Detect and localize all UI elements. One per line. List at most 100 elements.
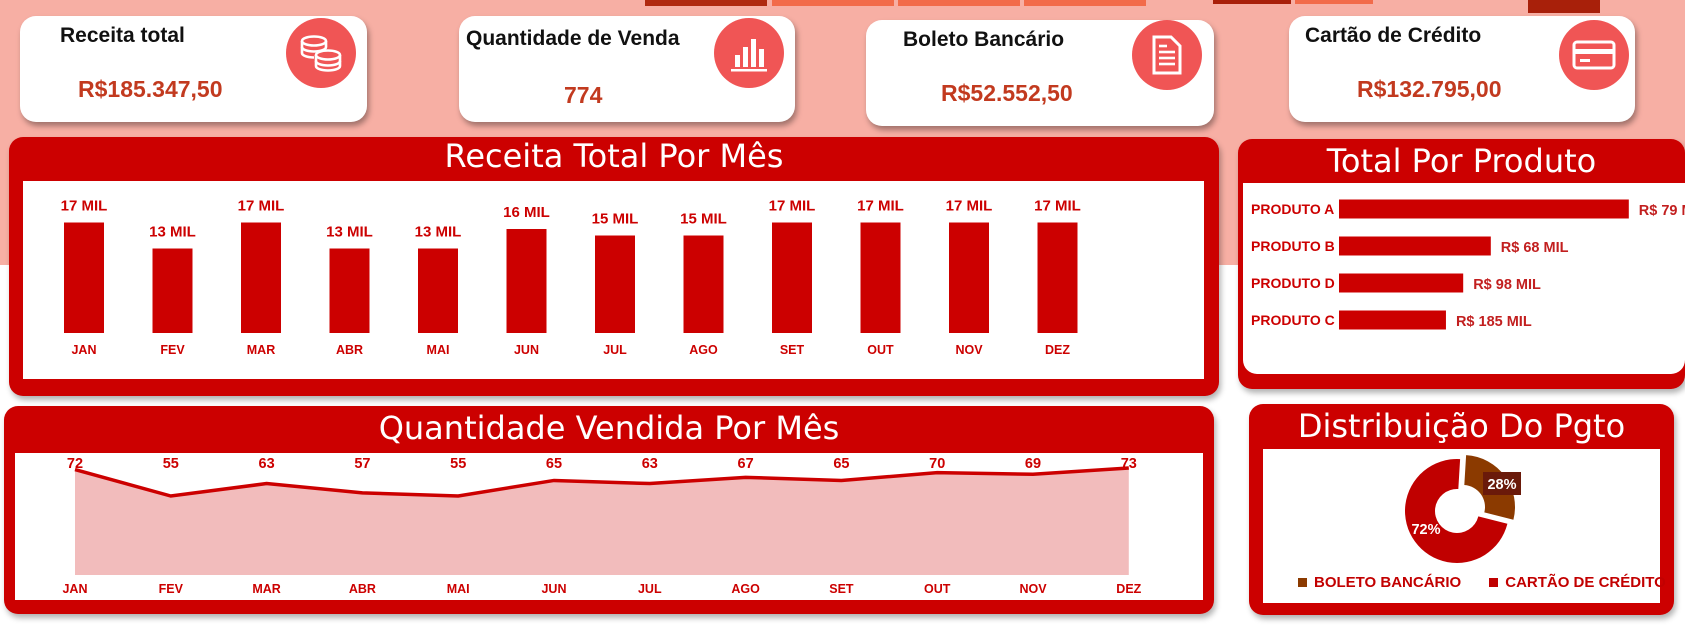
x-tick-label: MAR	[247, 343, 275, 357]
revenue-bar-chart: 17 MIL JAN 13 MIL FEV 17 MIL MAR 13 MIL ABR 13 M…	[61, 198, 1081, 358]
point-data-label: 63	[642, 456, 658, 472]
bar	[64, 222, 104, 333]
bar	[152, 248, 193, 333]
bar	[772, 222, 812, 333]
product-bar-chart: PRODUTO A R$ 79 MIL PRODUTO B R$ 68 MIL PROD…	[1251, 199, 1685, 330]
bar-data-label: 17 MIL	[769, 198, 816, 215]
top-tab-strip	[0, 0, 1685, 13]
bar-data-label: 17 MIL	[946, 198, 993, 215]
x-tick-label: JUN	[514, 343, 539, 357]
bar	[683, 235, 724, 333]
credit-card-icon	[1559, 20, 1629, 90]
bar	[329, 248, 370, 333]
bar-data-label: 17 MIL	[61, 198, 108, 215]
bar-data-label: R$ 185 MIL	[1456, 314, 1532, 330]
slice-data-label: 28%	[1487, 477, 1516, 493]
point-data-label: 65	[546, 456, 562, 472]
y-tick-label: PRODUTO D	[1251, 275, 1335, 291]
panel-distribuicao-pgto: Distribuição Do Pgto 28% 72% BOLETO BANCÁ…	[1249, 404, 1674, 615]
panel-receita-por-mes: Receita Total Por Mês 17 MIL JAN 13 MIL FEV…	[9, 137, 1219, 396]
kpi-card-quantidade-venda: Quantidade de Venda 774	[459, 16, 795, 122]
x-tick-label: AGO	[689, 343, 718, 357]
kpi-value: R$52.552,50	[941, 80, 1073, 106]
point-data-label: 55	[450, 456, 466, 472]
x-tick-label: MAI	[447, 582, 470, 596]
y-tick-label: PRODUTO C	[1251, 312, 1335, 328]
kpi-card-boleto-bancario: Boleto Bancário R$52.552,50	[866, 20, 1214, 126]
point-data-label: 63	[259, 456, 275, 472]
bar-data-label: 16 MIL	[503, 204, 550, 221]
bar	[506, 229, 547, 333]
tab-3[interactable]	[898, 0, 1020, 6]
chart-title: Quantidade Vendida Por Mês	[378, 409, 840, 447]
tab-7[interactable]	[1528, 0, 1600, 13]
bar-data-label: 17 MIL	[857, 198, 904, 215]
legend-item-boleto: BOLETO BANCÁRIO	[1298, 574, 1461, 591]
kpi-card-cartao-credito: Cartão de Crédito R$132.795,00	[1289, 16, 1635, 122]
point-data-label: 55	[163, 456, 179, 472]
bar	[860, 222, 901, 333]
x-tick-label: JAN	[62, 582, 87, 596]
x-tick-label: ABR	[349, 582, 376, 596]
bar-data-label: 13 MIL	[326, 224, 373, 241]
chart-title: Distribuição Do Pgto	[1297, 407, 1626, 445]
area-fill	[75, 468, 1129, 575]
slice-data-label: 72%	[1411, 522, 1440, 538]
bar-chart-icon	[714, 18, 784, 88]
x-tick-label: DEZ	[1116, 582, 1141, 596]
bar	[595, 235, 635, 333]
quantity-area-chart: 72 JAN 55 FEV 63 MAR 57 ABR 55 MAI 65 JUN 63 JUL 67 AGO…	[62, 456, 1141, 596]
tab-2[interactable]	[772, 0, 894, 6]
panel-quantidade-por-mes: Quantidade Vendida Por Mês 72 JAN 55 FEV 63 M…	[4, 406, 1214, 614]
bar-data-label: 15 MIL	[592, 211, 639, 228]
x-tick-label: NOV	[955, 343, 983, 357]
point-data-label: 70	[929, 456, 945, 472]
x-tick-label: JUL	[638, 582, 662, 596]
bar-data-label: R$ 98 MIL	[1473, 277, 1541, 293]
chart-area: 28% 72% BOLETO BANCÁRIO CARTÃO DE CRÉDITO	[1263, 449, 1666, 603]
x-tick-label: AGO	[731, 582, 760, 596]
tab-6[interactable]	[1295, 0, 1373, 4]
kpi-value: R$185.347,50	[78, 76, 223, 102]
bar	[418, 248, 458, 333]
legend-swatch	[1489, 578, 1499, 587]
bar-data-label: 17 MIL	[1034, 198, 1081, 215]
coins-icon	[286, 18, 356, 88]
bar	[949, 222, 989, 333]
bar-data-label: 15 MIL	[680, 211, 727, 228]
x-tick-label: MAI	[427, 343, 450, 357]
y-tick-label: PRODUTO B	[1251, 238, 1335, 254]
tab-4[interactable]	[1024, 0, 1146, 6]
point-data-label: 65	[833, 456, 849, 472]
x-tick-label: SET	[780, 343, 805, 357]
kpi-title: Quantidade de Venda	[466, 27, 680, 50]
legend-swatch	[1298, 578, 1307, 587]
bar	[1339, 199, 1629, 219]
point-data-label: 67	[738, 456, 754, 472]
x-tick-label: JUN	[541, 582, 566, 596]
chart-title: Receita Total Por Mês	[444, 137, 784, 175]
kpi-title: Receita total	[60, 24, 185, 47]
x-tick-label: NOV	[1019, 582, 1047, 596]
point-data-label: 73	[1121, 456, 1137, 472]
x-tick-label: FEV	[160, 343, 185, 357]
kpi-value: R$132.795,00	[1357, 76, 1502, 102]
document-icon	[1132, 20, 1202, 90]
kpi-card-receita-total: Receita total R$185.347,50	[20, 16, 367, 122]
kpi-value: 774	[564, 82, 603, 108]
tab-5[interactable]	[1213, 0, 1291, 4]
legend-label: CARTÃO DE CRÉDITO	[1505, 574, 1666, 591]
kpi-title: Cartão de Crédito	[1305, 24, 1482, 47]
bar-data-label: 13 MIL	[149, 224, 196, 241]
legend-label: BOLETO BANCÁRIO	[1314, 574, 1462, 591]
point-data-label: 69	[1025, 456, 1041, 472]
x-tick-label: JUL	[603, 343, 627, 357]
point-data-label: 57	[354, 456, 370, 472]
y-tick-label: PRODUTO A	[1251, 201, 1334, 217]
bar	[241, 222, 281, 333]
chart-area: PRODUTO A R$ 79 MIL PRODUTO B R$ 68 MIL PROD…	[1243, 183, 1685, 374]
x-tick-label: DEZ	[1045, 343, 1070, 357]
chart-area: 17 MIL JAN 13 MIL FEV 17 MIL MAR 13 MIL ABR 13 M…	[23, 181, 1204, 379]
bar	[1037, 222, 1078, 333]
tab-1[interactable]	[645, 0, 767, 6]
